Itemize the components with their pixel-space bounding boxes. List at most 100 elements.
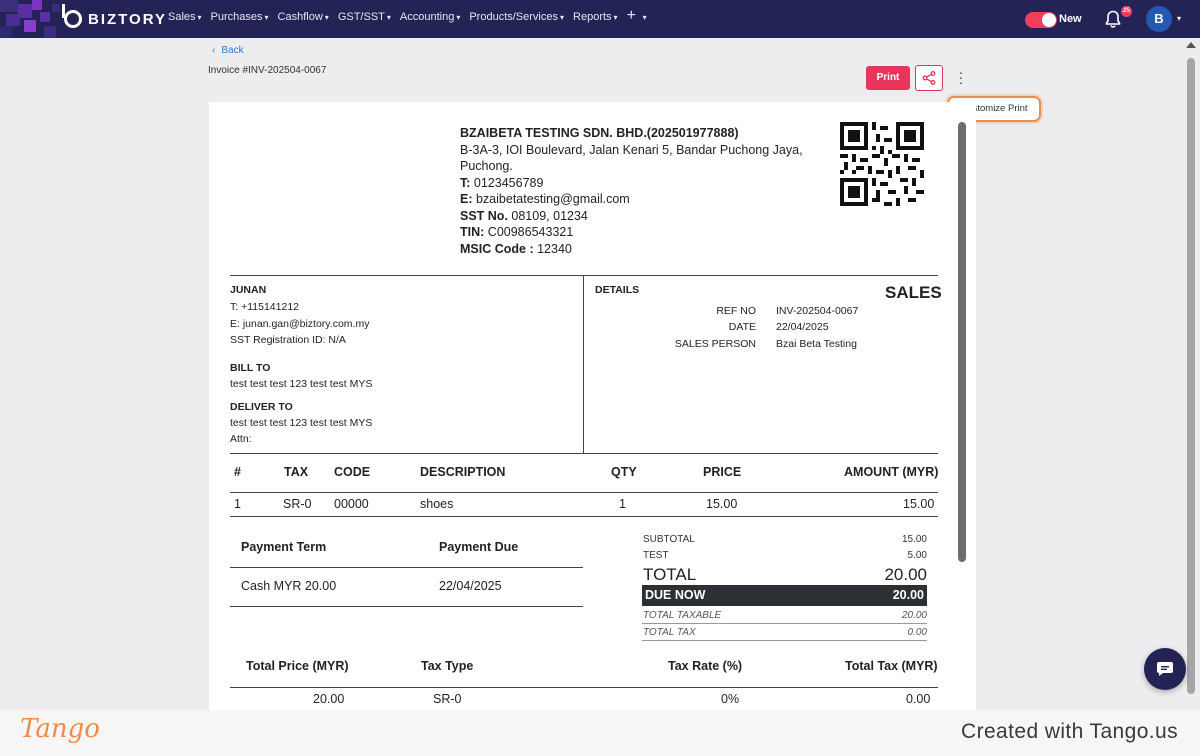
- divider: [230, 567, 583, 568]
- attn-label: Attn:: [230, 433, 252, 445]
- detail-label-ref-no: REF NO: [716, 305, 756, 317]
- created-with-tango: Created with Tango.us: [961, 720, 1178, 743]
- total-value: 20.00: [884, 565, 927, 584]
- customer-name: JUNAN: [230, 284, 267, 296]
- quick-add-menu[interactable]: + ▾: [627, 7, 649, 24]
- chevron-down-icon: ▾: [386, 13, 391, 22]
- user-avatar[interactable]: B: [1146, 6, 1172, 32]
- notification-badge: 25: [1121, 6, 1132, 17]
- top-nav: BIZTORY Sales ▾ Purchases ▾ Cashflow ▾ GST/…: [0, 0, 1200, 38]
- msic-label: MSIC Code :: [460, 241, 534, 256]
- details-heading: DETAILS: [595, 284, 640, 296]
- col-header-description: DESCRIPTION: [420, 465, 506, 479]
- divider: [230, 606, 583, 607]
- chevron-down-icon: ▾: [560, 13, 565, 22]
- menu-sales[interactable]: Sales ▾: [168, 11, 202, 23]
- col-header-number: #: [234, 465, 241, 479]
- invoice-preview: BZAIBETA TESTING SDN. BHD.(202501977888)…: [209, 102, 976, 710]
- print-button[interactable]: Print: [866, 66, 910, 90]
- total-taxable-label: TOTAL TAXABLE: [643, 610, 722, 621]
- company-tin: C00986543321: [487, 225, 574, 239]
- chevron-down-icon[interactable]: ▾: [1177, 14, 1181, 23]
- customer-email: E: junan.gan@biztory.com.my: [230, 318, 370, 330]
- tax-cell-tax-type: SR-0: [433, 692, 462, 706]
- more-options-icon[interactable]: · · ·: [957, 65, 965, 89]
- divider: [230, 687, 938, 688]
- share-button[interactable]: [915, 65, 943, 91]
- detail-value-sales-person: Bzai Beta Testing: [776, 338, 857, 350]
- divider: [642, 623, 927, 624]
- new-ui-toggle-label: New: [1059, 13, 1082, 25]
- col-header-tax: TAX: [284, 465, 309, 479]
- due-now-value: 20.00: [892, 588, 924, 602]
- subtotal-label: SUBTOTAL: [643, 534, 695, 545]
- customer-phone: T: +115141212: [230, 301, 299, 313]
- item-cell-number: 1: [234, 497, 241, 511]
- chevron-down-icon: ▾: [264, 13, 269, 22]
- tax-col-total-tax: Total Tax (MYR): [845, 659, 938, 673]
- total-label: TOTAL: [643, 565, 697, 584]
- item-cell-price: 15.00: [706, 497, 738, 511]
- brand-pixel-decoration: [0, 0, 70, 38]
- phone-label: T:: [460, 175, 471, 190]
- total-tax-label: TOTAL TAX: [643, 627, 696, 638]
- main-menu: Sales ▾ Purchases ▾ Cashflow ▾ GST/SST ▾ Acc…: [168, 7, 649, 24]
- menu-reports[interactable]: Reports ▾: [573, 11, 618, 23]
- divider: [230, 453, 938, 454]
- payment-due-value: 22/04/2025: [439, 579, 502, 593]
- menu-accounting[interactable]: Accounting ▾: [400, 11, 460, 23]
- item-cell-qty: 1: [619, 497, 626, 511]
- chevron-down-icon: ▾: [197, 13, 202, 22]
- col-header-amount: AMOUNT (MYR): [844, 465, 939, 479]
- back-link[interactable]: ‹ Back: [212, 45, 244, 56]
- test-value: 5.00: [907, 550, 927, 561]
- divider: [230, 516, 938, 517]
- menu-cashflow[interactable]: Cashflow ▾: [278, 11, 329, 23]
- chevron-down-icon: ▾: [324, 13, 329, 22]
- company-block: BZAIBETA TESTING SDN. BHD.(202501977888)…: [460, 125, 810, 257]
- qr-code: [840, 122, 924, 206]
- detail-label-date: DATE: [728, 321, 756, 333]
- tax-cell-tax-rate: 0%: [721, 692, 740, 706]
- subtotal-value: 15.00: [901, 534, 927, 545]
- new-ui-toggle[interactable]: [1025, 12, 1057, 28]
- page-scrollbar[interactable]: [1187, 58, 1195, 694]
- tango-logo: Tango: [20, 714, 100, 744]
- chat-icon: [1157, 662, 1173, 676]
- col-header-qty: QTY: [611, 465, 637, 479]
- preview-scrollbar[interactable]: [958, 122, 966, 562]
- tax-cell-total-price: 20.00: [313, 692, 345, 706]
- col-header-code: CODE: [334, 465, 371, 479]
- item-cell-description: shoes: [420, 497, 454, 511]
- tango-footer: Tango Created with Tango.us: [0, 710, 1200, 756]
- bell-icon[interactable]: [1105, 10, 1121, 28]
- detail-value-date: 22/04/2025: [776, 321, 829, 333]
- chat-button[interactable]: [1144, 648, 1186, 690]
- customer-sst-id: SST Registration ID: N/A: [230, 334, 346, 346]
- menu-gst-sst[interactable]: GST/SST ▾: [338, 11, 391, 23]
- company-name: BZAIBETA TESTING SDN. BHD.(202501977888): [460, 126, 739, 140]
- due-now-label: DUE NOW: [645, 588, 706, 602]
- biztory-logo[interactable]: BIZTORY: [62, 4, 168, 29]
- deliver-to-address: test test test 123 test test MYS: [230, 417, 373, 429]
- brand-name: BIZTORY: [88, 10, 168, 28]
- total-tax-value: 0.00: [907, 627, 927, 638]
- menu-purchases[interactable]: Purchases ▾: [211, 11, 269, 23]
- sst-label: SST No.: [460, 208, 508, 223]
- chevron-down-icon: ▾: [456, 13, 461, 22]
- company-sst: 08109, 01234: [511, 208, 588, 223]
- total-taxable-value: 20.00: [901, 610, 927, 621]
- col-header-price: PRICE: [703, 465, 742, 479]
- bill-to-address: test test test 123 test test MYS: [230, 378, 373, 390]
- chevron-down-icon: ▾: [613, 13, 618, 22]
- divider: [230, 275, 938, 276]
- detail-value-ref-no: INV-202504-0067: [776, 305, 859, 317]
- menu-products-services[interactable]: Products/Services ▾: [469, 11, 564, 23]
- chevron-down-icon: ▾: [642, 13, 647, 22]
- tax-cell-total-tax: 0.00: [906, 692, 931, 706]
- test-label: TEST: [643, 550, 669, 561]
- scroll-up-arrow-icon[interactable]: [1186, 42, 1196, 48]
- company-address-line2: Puchong.: [460, 159, 513, 173]
- company-phone: 0123456789: [473, 175, 544, 190]
- company-msic: 12340: [537, 241, 572, 256]
